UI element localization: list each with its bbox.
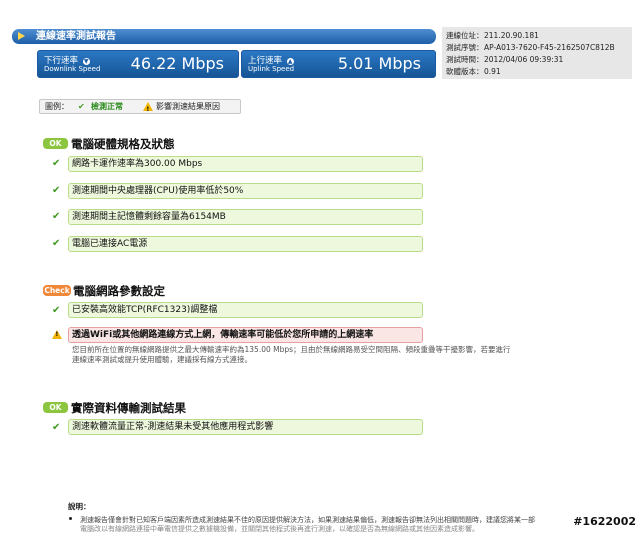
check-icon: ✔ <box>52 185 61 196</box>
uplink-value: 5.01 Mbps <box>337 54 421 73</box>
info-row-ip: 連線位址：211.20.90.181 <box>446 31 539 40</box>
list-item: 測速期間主記憶體剩餘容量為6154MB <box>68 209 423 225</box>
up-arrow-icon: ▲ <box>286 58 294 65</box>
section-title-hardware: 電腦硬體規格及狀態 <box>71 137 175 151</box>
ok-badge: OK <box>43 402 68 413</box>
legend-ok-label: 檢測正常 <box>91 102 123 111</box>
warning-item: 透過WiFi或其他網路連線方式上網，傳輸速率可能低於您所申請的上網速率 <box>68 327 423 343</box>
legend-label: 圖例： <box>45 102 69 111</box>
footer-text: 電腦改以有線網路連接中華電信提供之數據機設備，並關閉其他程式後再進行測速，以確認… <box>80 525 479 533</box>
info-row-time: 測試時間：2012/04/06 09:39:31 <box>446 55 564 64</box>
footer-title: 說明： <box>68 502 91 511</box>
report-title-bar: 連線速率測試報告 <box>12 29 436 44</box>
list-item: 測速期間中央處理器(CPU)使用率低於50% <box>68 183 423 199</box>
warning-icon <box>143 102 153 116</box>
test-info-panel: 連線位址：211.20.90.181 測試序號：AP-A013-7620-F45… <box>442 27 632 79</box>
list-item: 已安裝高效能TCP(RFC1323)調整檔 <box>68 302 423 318</box>
section-title-transfer: 實際資料傳輸測試結果 <box>71 401 186 415</box>
check-badge: Check <box>43 285 71 296</box>
check-icon: ✔ <box>78 102 85 111</box>
list-item: 電腦已連接AC電源 <box>68 236 423 252</box>
bullet <box>69 517 72 520</box>
wifi-note: 您目前所在位置的無線網路提供之最大傳輸速率約為135.00 Mbps；且由於無線… <box>72 345 612 365</box>
legend-warn-label: 影響測速結果原因 <box>156 102 220 111</box>
info-row-serial: 測試序號：AP-A013-7620-F45-2162507C812B <box>446 43 615 52</box>
downlink-speed-box: 下行速率 ▼ Downlink Speed 46.22 Mbps <box>37 50 239 78</box>
check-icon: ✔ <box>52 238 61 249</box>
check-icon: ✔ <box>52 305 61 316</box>
legend-box: 圖例： ✔ 檢測正常 影響測速結果原因 <box>39 99 241 116</box>
list-item: 網路卡運作速率為300.00 Mbps <box>68 156 423 172</box>
section-title-network: 電腦網路參數設定 <box>73 284 165 298</box>
check-icon: ✔ <box>52 211 61 222</box>
uplink-label-en: Uplink Speed <box>248 65 295 73</box>
note-line: 連線速率測試或提升使用體驗，建議採有線方式連接。 <box>72 355 252 364</box>
info-row-version: 軟體版本：0.91 <box>446 67 501 76</box>
uplink-speed-box: 上行速率 ▲ Uplink Speed 5.01 Mbps <box>241 50 436 78</box>
note-line: 您目前所在位置的無線網路提供之最大傳輸速率約為135.00 Mbps；且由於無線… <box>72 345 511 354</box>
check-icon: ✔ <box>52 422 61 433</box>
list-item: 測速軟體流量正常-測速結果未受其他應用程式影響 <box>68 419 423 435</box>
watermark: #1622002 <box>573 515 636 528</box>
report-title: 連線速率測試報告 <box>36 31 116 42</box>
downlink-value: 46.22 Mbps <box>130 54 224 73</box>
check-icon: ✔ <box>52 158 61 169</box>
downlink-label-en: Downlink Speed <box>44 65 101 73</box>
warning-icon <box>52 330 62 339</box>
down-arrow-icon: ▼ <box>82 58 90 65</box>
ok-badge: OK <box>43 138 68 149</box>
play-arrow-icon <box>18 32 25 40</box>
